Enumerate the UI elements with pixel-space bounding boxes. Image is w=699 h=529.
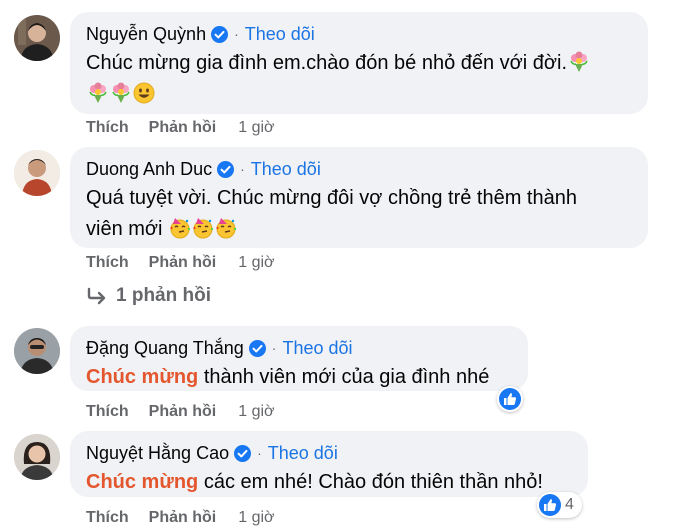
verified-badge-icon [217,160,235,178]
separator-dot: · [271,340,277,356]
comment-text-line: viên mới [86,218,163,240]
view-replies-link[interactable]: 1 phản hồi [86,285,211,307]
grinning-face-emoji-icon [133,82,155,104]
reply-button[interactable]: Phản hồi [149,403,217,421]
comment-bubble: Nguyệt Hằng Cao · Theo dõi Chúc mừng các… [70,431,588,497]
verified-badge-icon [234,444,252,462]
comment-bubble: Duong Anh Duc · Theo dõi Quá tuyệt vời. … [70,147,648,248]
comment-text: Chúc mừng gia đình em.chào đón bé nhỏ đế… [86,48,634,110]
comment-text-line: Quá tuyệt vời. Chúc mừng đôi vợ chồng tr… [86,187,577,209]
reaction-summary[interactable] [497,386,523,412]
author-name[interactable]: Duong Anh Duc [86,159,212,180]
author-name[interactable]: Nguyệt Hằng Cao [86,443,229,464]
replies-count-label: 1 phản hồi [116,285,211,306]
reply-arrow-icon [87,287,106,305]
comment-timestamp[interactable]: 1 giờ [238,403,274,421]
verified-badge-icon [211,25,229,43]
separator-dot: · [240,161,245,177]
verified-badge-icon [248,339,266,357]
follow-button[interactable]: Theo dõi [268,443,338,464]
comment-bubble: Nguyễn Quỳnh · Theo dõi Chúc mừng gia đì… [70,12,648,114]
author-name[interactable]: Nguyễn Quỳnh [86,24,206,45]
separator-dot: · [257,445,262,461]
comment-text-rest: thành viên mới của gia đình nhé [198,366,490,388]
comment-actions: Thích Phản hồi 1 giờ [86,403,275,421]
partying-face-emoji-icon [215,217,237,239]
like-button[interactable]: Thích [86,509,129,527]
comment-text-line: Chúc mừng gia đình em.chào đón bé nhỏ đế… [86,52,568,74]
comment-text: Quá tuyệt vời. Chúc mừng đôi vợ chồng tr… [86,183,634,245]
bouquet-emoji-icon [568,51,590,73]
bouquet-emoji-icon [87,82,109,104]
reply-button[interactable]: Phản hồi [149,254,217,272]
separator-dot: · [234,26,239,42]
avatar[interactable] [14,150,60,196]
comment-text: Chúc mừng các em nhé! Chào đón thiên thầ… [86,467,574,498]
highlighted-keyword: Chúc mừng [86,471,199,493]
like-button[interactable]: Thích [86,403,129,421]
comment-text: Chúc mừng thành viên mới của gia đình nh… [86,362,514,393]
comment-text-rest: các em nhé! Chào đón thiên thần nhỏ! [198,471,543,493]
comment-actions: Thích Phản hồi 1 giờ [86,509,275,527]
reaction-summary[interactable]: 4 [537,492,582,518]
comment-actions: Thích Phản hồi 1 giờ [86,119,275,137]
avatar[interactable] [14,328,60,374]
highlighted-keyword: Chúc mừng [86,366,199,388]
avatar[interactable] [14,434,60,480]
reaction-count: 4 [565,496,574,513]
like-button[interactable]: Thích [86,254,129,272]
comment-bubble: Đặng Quang Thắng · Theo dõi Chúc mừng th… [70,326,528,391]
comment-timestamp[interactable]: 1 giờ [238,119,274,137]
partying-face-emoji-icon [192,217,214,239]
comment-timestamp[interactable]: 1 giờ [238,509,274,527]
follow-button[interactable]: Theo dõi [282,338,352,359]
reply-button[interactable]: Phản hồi [149,119,217,137]
author-name[interactable]: Đặng Quang Thắng [86,338,244,359]
comment-timestamp[interactable]: 1 giờ [238,254,274,272]
bouquet-emoji-icon [110,82,132,104]
follow-button[interactable]: Theo dõi [245,24,315,45]
comment-actions: Thích Phản hồi 1 giờ [86,254,275,272]
like-reaction-icon [499,388,521,410]
partying-face-emoji-icon [169,217,191,239]
avatar[interactable] [14,15,60,61]
reply-button[interactable]: Phản hồi [149,509,217,527]
like-button[interactable]: Thích [86,119,129,137]
follow-button[interactable]: Theo dõi [251,159,321,180]
like-reaction-icon [539,494,561,516]
